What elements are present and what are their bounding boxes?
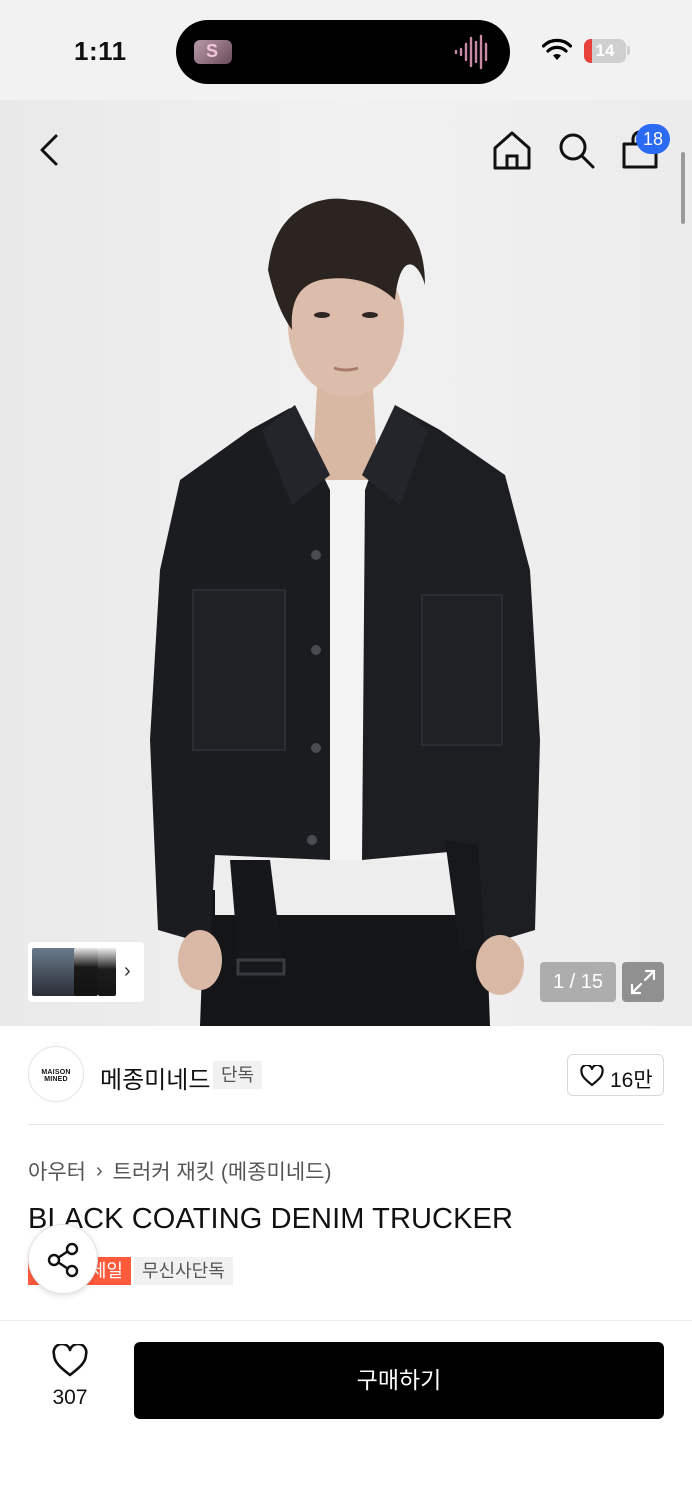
search-icon[interactable] (556, 130, 596, 170)
product-image-gallery[interactable]: 18 › 1 / 15 (0, 100, 692, 1026)
brand-favorite-count: 16만 (610, 1069, 653, 1092)
thumbnail-strip[interactable]: › (28, 942, 144, 1002)
thumbnail-image[interactable] (74, 948, 98, 996)
brand-logo[interactable]: MAISON MINED (28, 1046, 84, 1102)
status-time: 1:11 (74, 36, 127, 66)
brand-name[interactable]: 메종미네드 (100, 1060, 210, 1095)
cart-count-badge: 18 (636, 124, 670, 154)
brand-exclusive-tag: 단독 (213, 1061, 263, 1089)
exclusive-badge: 무신사단독 (134, 1257, 233, 1285)
thumbnail-image[interactable] (98, 948, 116, 996)
chevron-right-icon: › (95, 1159, 103, 1182)
battery-indicator: 14 (584, 39, 626, 63)
battery-cap (627, 46, 630, 55)
scrollbar (681, 152, 685, 224)
breadcrumb: 아우터 › 트러커 재킷 (메종미네드) (28, 1156, 332, 1186)
share-button[interactable] (28, 1224, 98, 1294)
brand-logo-text: MAISON MINED (41, 1069, 71, 1083)
image-counter: 1 / 15 (540, 962, 616, 1002)
buy-button[interactable]: 구매하기 (134, 1342, 664, 1419)
home-icon[interactable] (492, 130, 532, 172)
breadcrumb-category[interactable]: 아우터 (28, 1156, 86, 1186)
brand-favorite-button[interactable]: 16만 (567, 1054, 664, 1096)
expand-icon[interactable] (622, 962, 664, 1002)
chevron-right-icon[interactable]: › (124, 960, 131, 983)
dynamic-island: S (176, 20, 510, 84)
share-icon (47, 1242, 79, 1278)
heart-icon (52, 1344, 88, 1377)
audio-wave-icon (454, 34, 488, 70)
wifi-icon (542, 38, 572, 60)
battery-level: 14 (595, 41, 615, 60)
heart-icon (580, 1065, 604, 1087)
like-count: 307 (52, 1386, 88, 1409)
divider (28, 1124, 664, 1125)
breadcrumb-subcategory[interactable]: 트러커 재킷 (메종미네드) (113, 1156, 332, 1186)
thumbnail-image[interactable] (32, 948, 76, 996)
status-bar: 1:11 S 14 (0, 0, 692, 100)
back-icon[interactable] (30, 130, 70, 170)
now-playing-artwork: S (194, 40, 232, 64)
product-photo[interactable] (0, 100, 692, 1026)
product-title: BLACK COATING DENIM TRUCKER (28, 1203, 514, 1235)
